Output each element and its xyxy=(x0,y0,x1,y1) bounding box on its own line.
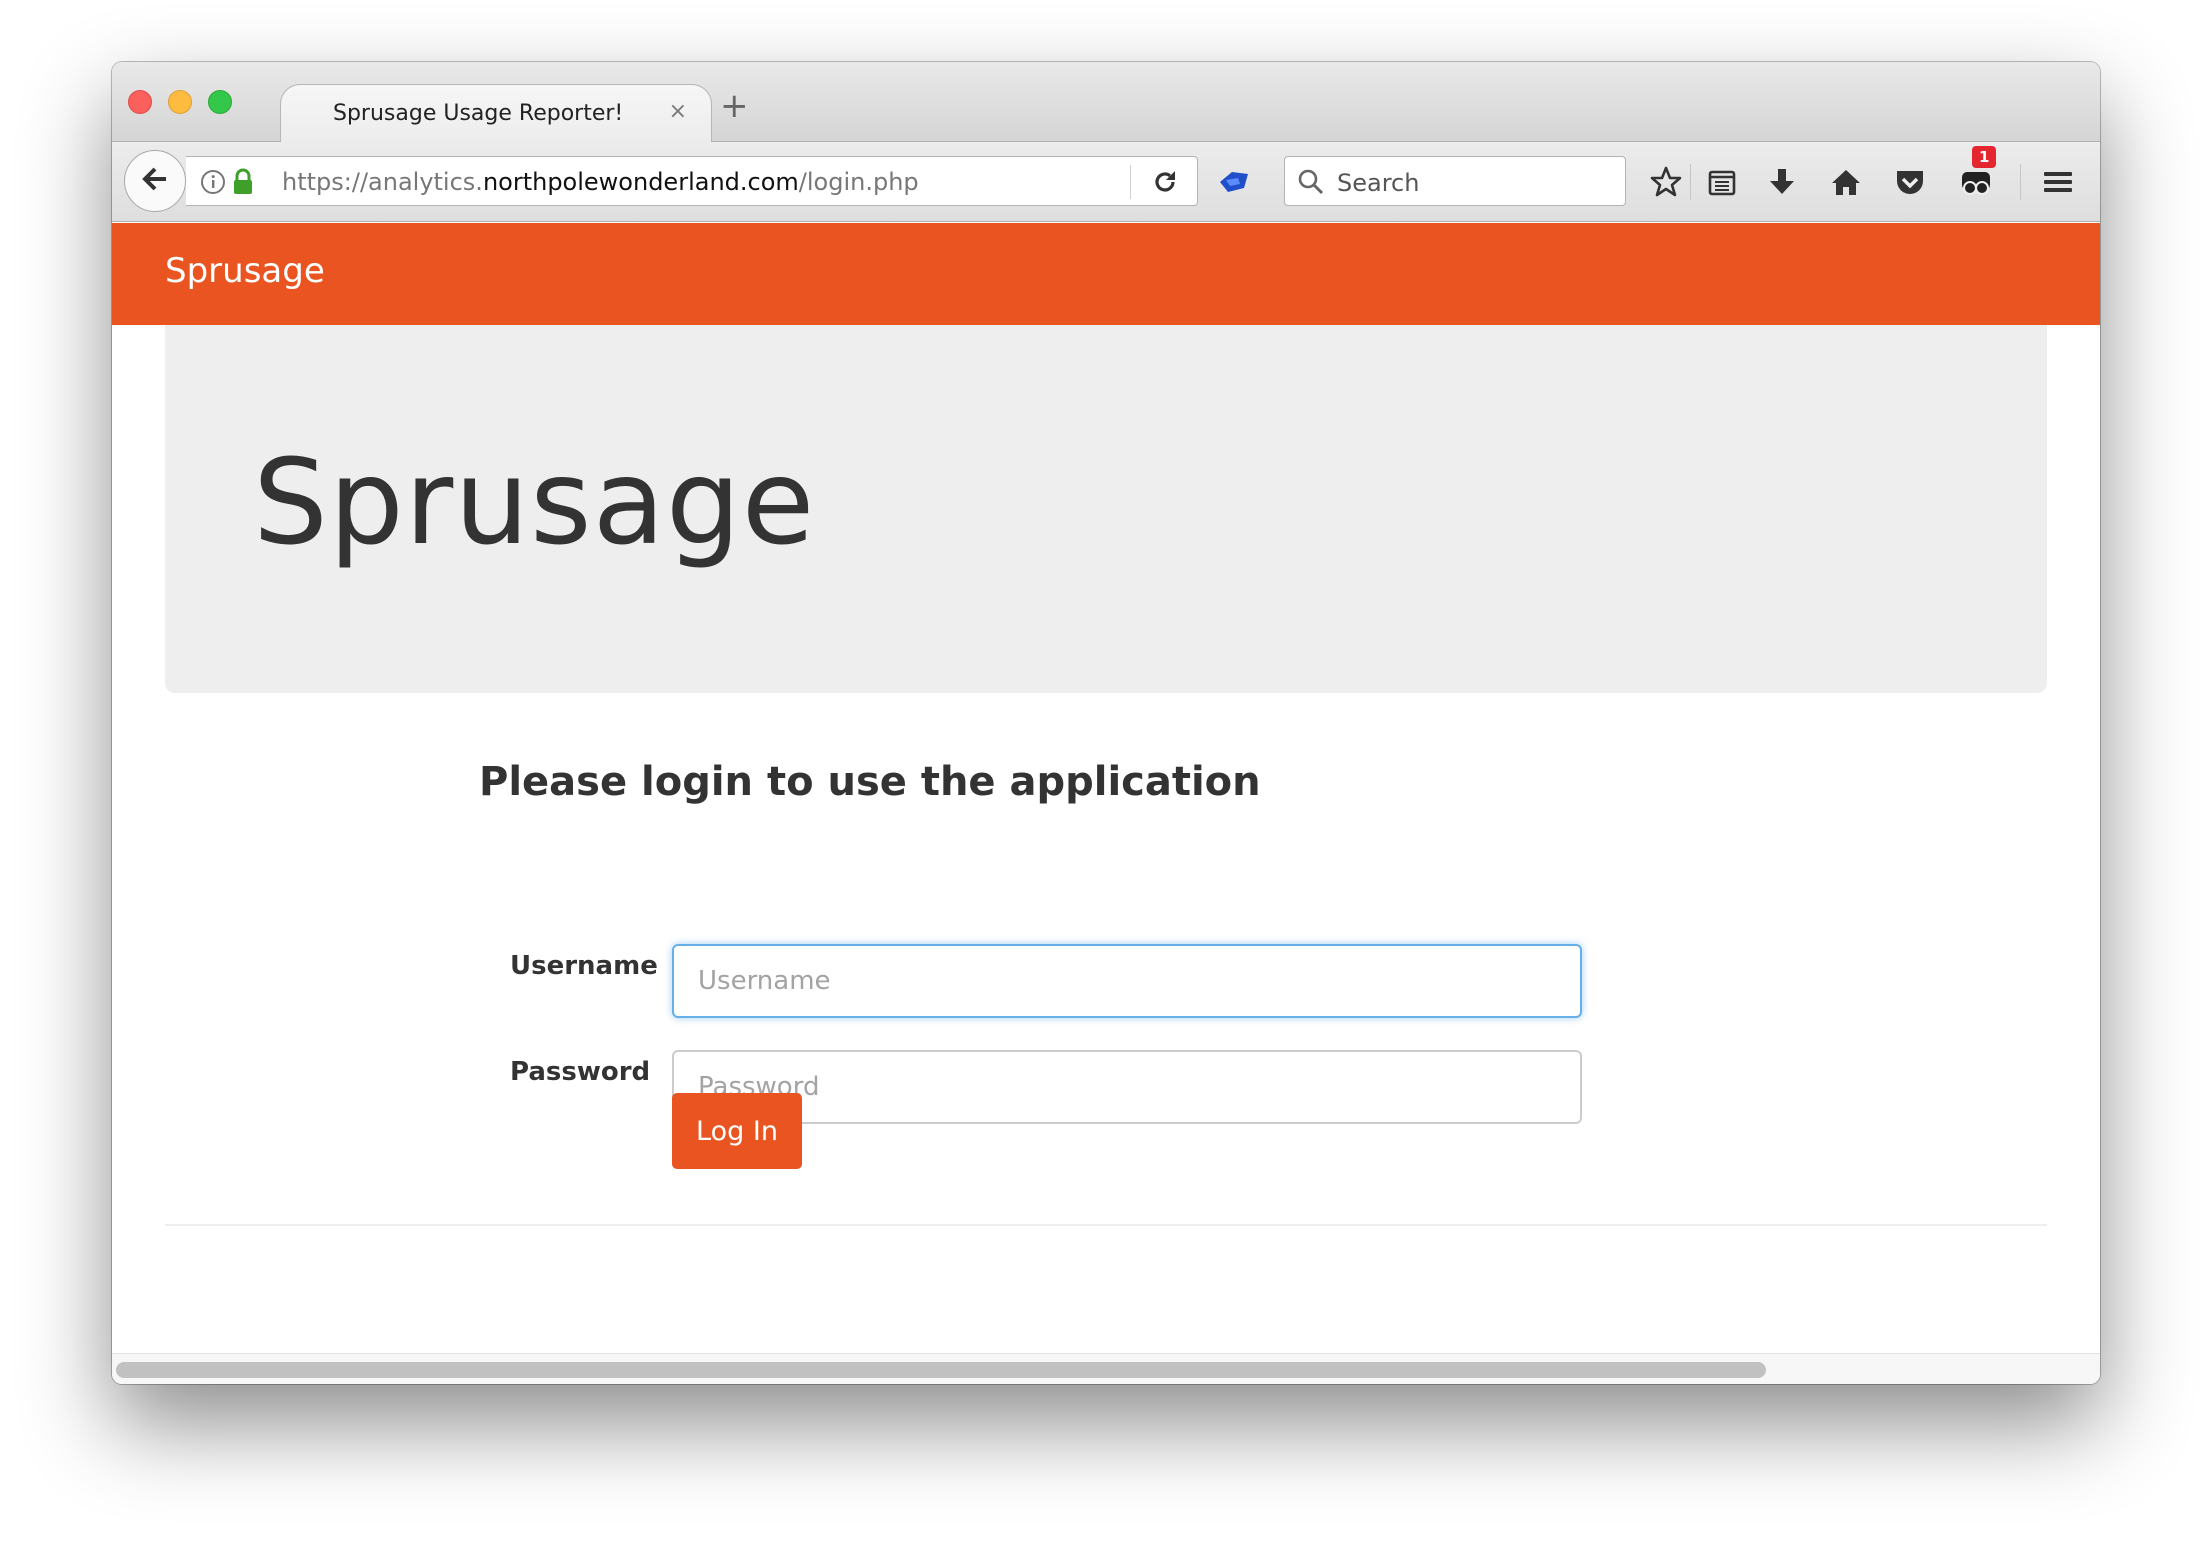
browser-toolbar: https://analytics.northpolewonderland.co… xyxy=(112,142,2100,222)
login-heading: Please login to use the application xyxy=(479,759,1261,805)
toolbar-divider xyxy=(1690,164,1691,200)
search-icon xyxy=(1297,168,1325,200)
password-label: Password xyxy=(510,1057,651,1087)
bookmark-star-icon[interactable] xyxy=(1646,162,1686,202)
new-tab-button[interactable]: + xyxy=(720,86,749,126)
divider xyxy=(165,1224,2047,1226)
url-prefix: https://analytics. xyxy=(282,168,483,196)
url-bar[interactable]: https://analytics.northpolewonderland.co… xyxy=(186,156,1198,206)
page-content: Sprusage Sprusage Please login to use th… xyxy=(112,223,2100,1384)
password-input[interactable] xyxy=(672,1050,1582,1124)
url-path: /login.php xyxy=(798,168,919,196)
url-host: northpolewonderland.com xyxy=(482,168,799,196)
download-icon[interactable] xyxy=(1762,162,1802,202)
browser-tab[interactable]: Sprusage Usage Reporter! × xyxy=(280,84,712,144)
app-navbar: Sprusage xyxy=(112,223,2100,325)
search-box[interactable]: Search xyxy=(1284,156,1626,206)
tab-strip: Sprusage Usage Reporter! × + xyxy=(112,62,2100,144)
lock-icon[interactable] xyxy=(232,168,254,200)
horizontal-scrollbar[interactable] xyxy=(112,1353,2100,1384)
addon-icon[interactable] xyxy=(1218,168,1250,200)
home-icon[interactable] xyxy=(1826,162,1866,202)
info-icon[interactable] xyxy=(200,169,226,199)
notification-badge: 1 xyxy=(1972,146,1997,168)
tab-title: Sprusage Usage Reporter! xyxy=(333,101,624,126)
scrollbar-thumb[interactable] xyxy=(116,1362,1766,1378)
url-text[interactable]: https://analytics.northpolewonderland.co… xyxy=(282,168,919,196)
browser-window: Sprusage Usage Reporter! × + https://ana… xyxy=(112,62,2100,1384)
navbar-brand[interactable]: Sprusage xyxy=(165,251,325,291)
toolbar-divider xyxy=(2020,164,2021,200)
back-button[interactable] xyxy=(124,150,186,212)
pocket-icon[interactable] xyxy=(1890,162,1930,202)
window-close-button[interactable] xyxy=(128,90,152,114)
window-maximize-button[interactable] xyxy=(208,90,232,114)
jumbotron: Sprusage xyxy=(165,325,2047,693)
reload-icon[interactable] xyxy=(1151,168,1179,200)
window-minimize-button[interactable] xyxy=(168,90,192,114)
back-arrow-icon xyxy=(139,163,171,199)
search-placeholder: Search xyxy=(1337,169,1420,197)
username-input[interactable] xyxy=(672,944,1582,1018)
reading-list-icon[interactable] xyxy=(1702,162,1742,202)
login-button[interactable]: Log In xyxy=(672,1093,802,1169)
extension-icon[interactable] xyxy=(1956,162,1996,202)
url-separator xyxy=(1130,165,1131,199)
tab-close-icon[interactable]: × xyxy=(669,99,687,124)
jumbotron-title: Sprusage xyxy=(253,433,816,571)
username-label: Username xyxy=(510,951,658,981)
menu-icon[interactable] xyxy=(2038,162,2078,202)
